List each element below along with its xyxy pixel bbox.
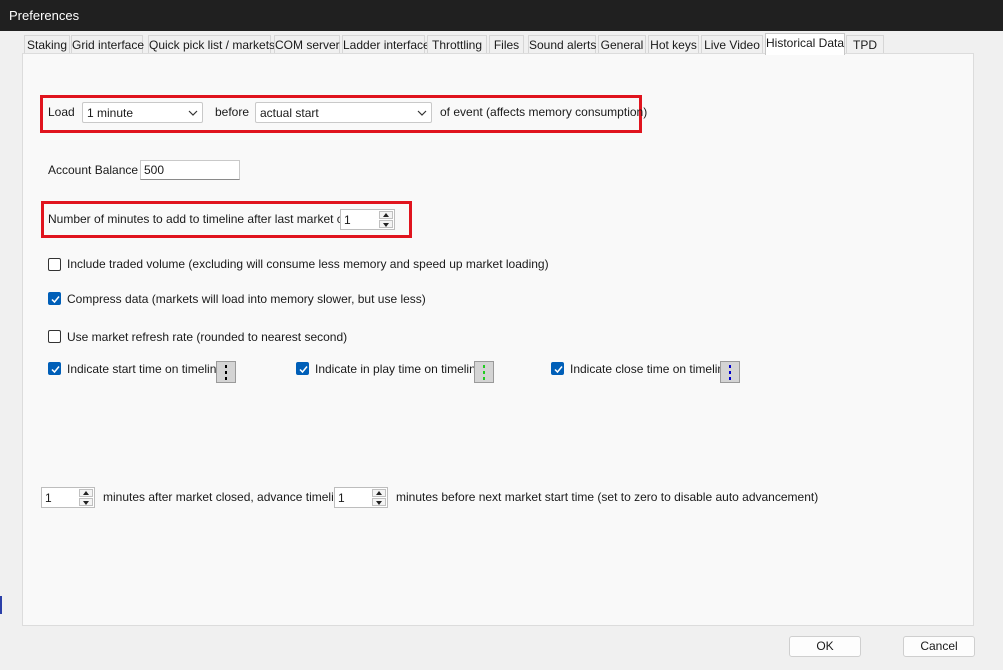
checkmark-icon (299, 366, 308, 374)
spin-up-button[interactable] (79, 489, 93, 497)
advance-suffix-label: minutes before next market start time (s… (396, 490, 819, 504)
account-balance-label: Account Balance (48, 163, 139, 177)
advance-after-minutes-stepper[interactable]: 1 (41, 487, 95, 508)
close-time-color-button[interactable] (720, 361, 740, 383)
advance-middle-label: minutes after market closed, advance tim… (103, 490, 361, 504)
indicate-close-time-label: Indicate close time on timeline (570, 362, 731, 376)
spin-up-button[interactable] (372, 489, 386, 497)
tab-hot-keys[interactable]: Hot keys (648, 35, 699, 55)
tab-general[interactable]: General (598, 35, 646, 55)
in-play-marker-icon (483, 365, 485, 380)
arrow-up-icon (383, 213, 389, 217)
spin-down-button[interactable] (372, 498, 386, 506)
advance-before-minutes-stepper[interactable]: 1 (334, 487, 388, 508)
load-reference-select[interactable]: actual start (255, 102, 432, 123)
tab-live-video[interactable]: Live Video (701, 35, 763, 55)
arrow-down-icon (83, 501, 89, 505)
arrow-up-icon (83, 491, 89, 495)
in-play-time-color-button[interactable] (474, 361, 494, 383)
start-time-color-button[interactable] (216, 361, 236, 383)
indicate-in-play-time-checkbox[interactable] (296, 362, 309, 375)
load-duration-value: 1 minute (87, 106, 134, 120)
ok-button[interactable]: OK (789, 636, 861, 657)
tab-staking[interactable]: Staking (24, 35, 70, 55)
tab-com-server[interactable]: COM server (274, 35, 340, 55)
before-label: before (215, 105, 250, 119)
close-time-marker-icon (729, 365, 731, 380)
indicate-in-play-time-label: Indicate in play time on timeline (315, 362, 483, 376)
window-edge-marker (0, 596, 2, 614)
tab-sound-alerts[interactable]: Sound alerts (528, 35, 596, 55)
load-label: Load (48, 105, 75, 119)
tab-historical-data[interactable]: Historical Data (765, 33, 845, 55)
use-refresh-rate-label: Use market refresh rate (rounded to near… (67, 330, 348, 344)
tab-ladder-interface[interactable]: Ladder interface (342, 35, 430, 55)
use-refresh-rate-checkbox[interactable] (48, 330, 61, 343)
cancel-button[interactable]: Cancel (903, 636, 975, 657)
include-traded-volume-label: Include traded volume (excluding will co… (67, 257, 549, 271)
advance-before-minutes-value: 1 (338, 491, 345, 505)
load-duration-select[interactable]: 1 minute (82, 102, 203, 123)
spin-down-button[interactable] (379, 220, 393, 228)
start-time-marker-icon (225, 365, 227, 380)
advance-after-minutes-value: 1 (45, 491, 52, 505)
arrow-up-icon (376, 491, 382, 495)
title-bar: Preferences (0, 0, 1003, 31)
tab-tpd[interactable]: TPD (846, 35, 884, 55)
indicate-start-time-label: Indicate start time on timeline (67, 362, 224, 376)
compress-data-checkbox[interactable] (48, 292, 61, 305)
checkmark-icon (51, 366, 60, 374)
compress-data-label: Compress data (markets will load into me… (67, 292, 426, 306)
tab-grid-interface[interactable]: Grid interface (71, 35, 144, 55)
indicate-start-time-checkbox[interactable] (48, 362, 61, 375)
window-title: Preferences (9, 8, 80, 23)
load-reference-value: actual start (260, 106, 319, 120)
chevron-down-icon (417, 110, 427, 116)
checkmark-icon (554, 366, 563, 374)
minutes-after-close-label: Number of minutes to add to timeline aft… (48, 212, 372, 226)
spin-up-button[interactable] (379, 211, 393, 219)
tab-files[interactable]: Files (489, 35, 524, 55)
load-suffix-label: of event (affects memory consumption) (440, 105, 648, 119)
minutes-after-close-value: 1 (344, 213, 351, 227)
arrow-down-icon (376, 501, 382, 505)
checkmark-icon (51, 296, 60, 304)
tab-throttling[interactable]: Throttling (427, 35, 487, 55)
indicate-close-time-checkbox[interactable] (551, 362, 564, 375)
include-traded-volume-checkbox[interactable] (48, 258, 61, 271)
arrow-down-icon (383, 223, 389, 227)
account-balance-input[interactable]: 500 (140, 160, 240, 180)
chevron-down-icon (188, 110, 198, 116)
tab-quick-pick-list[interactable]: Quick pick list / markets (148, 35, 275, 55)
spin-down-button[interactable] (79, 498, 93, 506)
minutes-after-close-stepper[interactable]: 1 (340, 209, 395, 230)
